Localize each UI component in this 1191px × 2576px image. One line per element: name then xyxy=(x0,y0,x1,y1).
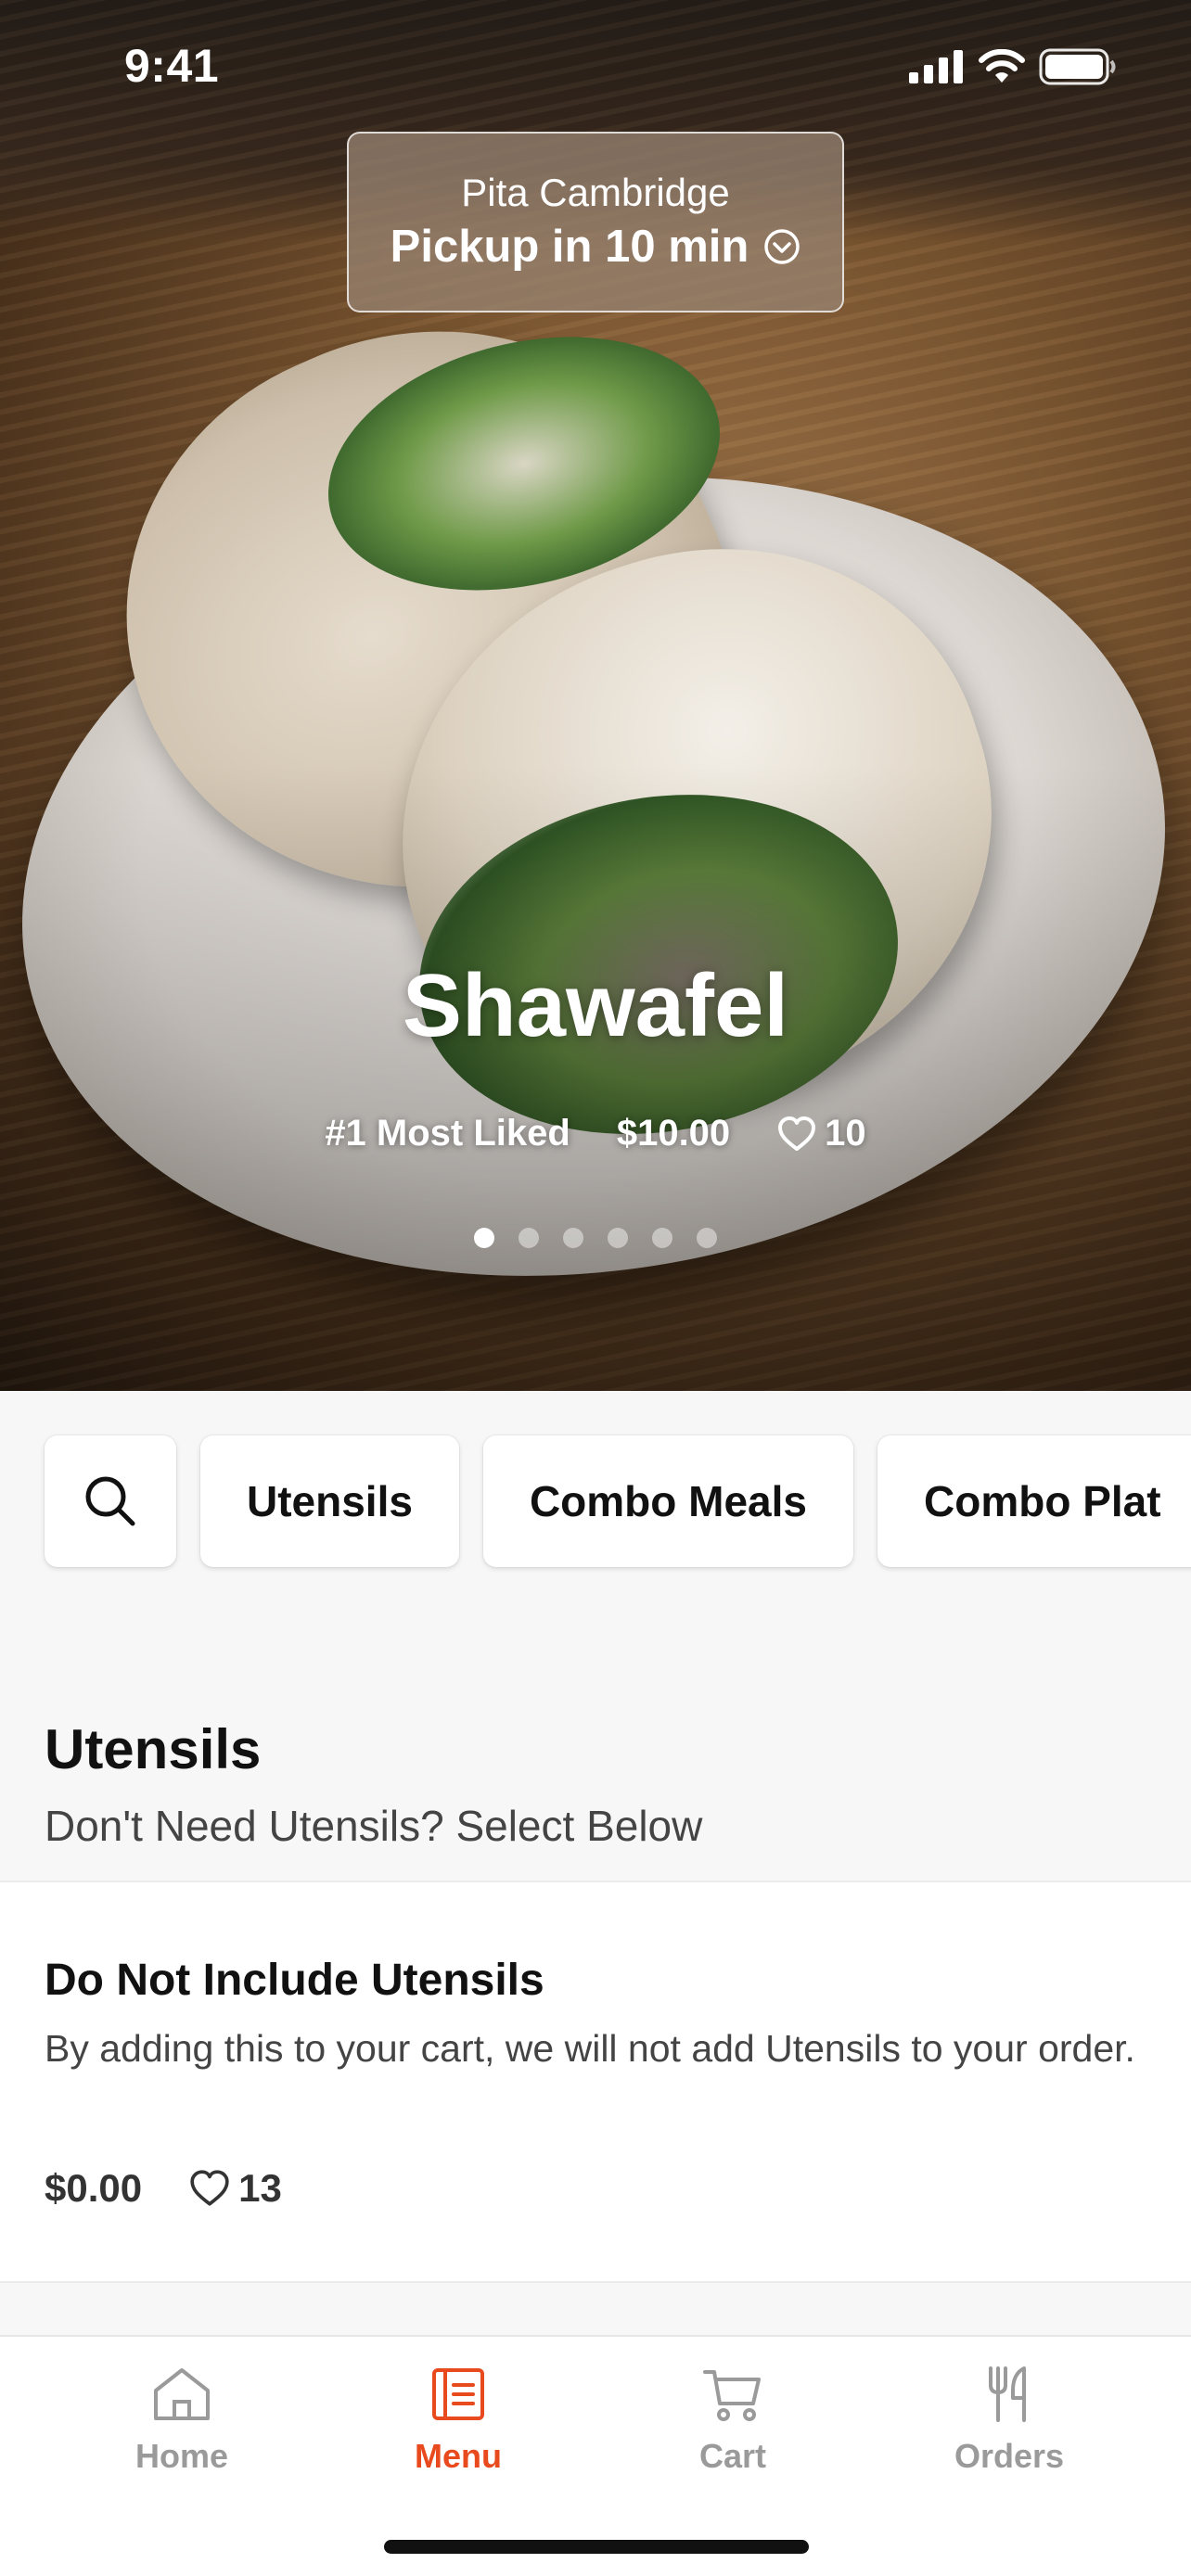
featured-likes: 10 xyxy=(776,1113,866,1154)
tab-menu[interactable]: Menu xyxy=(365,2365,551,2476)
tab-orders-label: Orders xyxy=(954,2437,1065,2475)
carousel-dot[interactable] xyxy=(608,1228,628,1248)
tab-home[interactable]: Home xyxy=(89,2365,275,2476)
featured-price: $10.00 xyxy=(616,1113,731,1154)
category-chip-combo-platters[interactable]: Combo Plat xyxy=(877,1435,1191,1567)
status-bar: 9:41 xyxy=(0,0,1191,130)
menu-icon xyxy=(432,2368,484,2420)
menu-item[interactable]: Do Not Include Utensils By adding this t… xyxy=(0,1881,1191,2283)
carousel-dot[interactable] xyxy=(519,1228,539,1248)
chevron-down-circle-icon xyxy=(764,229,800,264)
section-subtitle: Don't Need Utensils? Select Below xyxy=(45,1802,703,1850)
carousel-dot[interactable] xyxy=(652,1228,672,1248)
pickup-selector[interactable]: Pita Cambridge Pickup in 10 min xyxy=(347,132,844,312)
featured-item-title: Shawafel xyxy=(402,956,789,1055)
category-chip-utensils[interactable]: Utensils xyxy=(200,1435,459,1567)
featured-rank: #1 Most Liked xyxy=(325,1113,570,1154)
carousel-dot[interactable] xyxy=(474,1228,494,1248)
menu-item-price: $0.00 xyxy=(45,2166,143,2210)
category-chips: Utensils Combo Meals Combo Plat xyxy=(45,1435,1191,1567)
status-time: 9:41 xyxy=(124,40,220,92)
heart-icon xyxy=(778,1116,816,1151)
pickup-time: Pickup in 10 min xyxy=(390,222,749,272)
carousel-dot[interactable] xyxy=(697,1228,717,1248)
status-icons xyxy=(909,48,1117,85)
fork-knife-icon xyxy=(989,2366,1026,2422)
tab-orders[interactable]: Orders xyxy=(916,2365,1102,2476)
tab-menu-label: Menu xyxy=(415,2437,502,2475)
menu-item-description: By adding this to your cart, we will not… xyxy=(45,2027,1135,2070)
home-indicator[interactable] xyxy=(384,2540,809,2554)
menu-item-name: Do Not Include Utensils xyxy=(45,1956,544,2005)
menu-item-footer: $0.00 13 xyxy=(45,2166,282,2211)
menu-item-likes-count: 13 xyxy=(238,2166,282,2210)
home-icon xyxy=(154,2368,210,2420)
store-name: Pita Cambridge xyxy=(461,171,730,214)
section-title: Utensils xyxy=(45,1718,262,1780)
search-button[interactable] xyxy=(45,1435,176,1567)
carousel-dot[interactable] xyxy=(563,1228,583,1248)
tab-home-label: Home xyxy=(134,2437,229,2475)
search-icon xyxy=(85,1476,135,1526)
carousel-indicator[interactable] xyxy=(0,1228,1191,1248)
cart-icon xyxy=(703,2370,761,2421)
category-chip-combo-meals[interactable]: Combo Meals xyxy=(482,1435,853,1567)
tab-cart-label: Cart xyxy=(698,2437,767,2475)
featured-item-meta: #1 Most Liked $10.00 10 xyxy=(0,1113,1191,1154)
featured-likes-count: 10 xyxy=(825,1113,866,1154)
battery-icon xyxy=(1039,48,1116,85)
wifi-icon xyxy=(979,49,1025,83)
heart-icon xyxy=(190,2170,229,2206)
menu-item-likes[interactable]: 13 xyxy=(188,2166,282,2211)
cellular-signal-icon xyxy=(909,50,963,83)
tab-cart[interactable]: Cart xyxy=(640,2365,826,2476)
pickup-time-row: Pickup in 10 min xyxy=(349,221,842,273)
